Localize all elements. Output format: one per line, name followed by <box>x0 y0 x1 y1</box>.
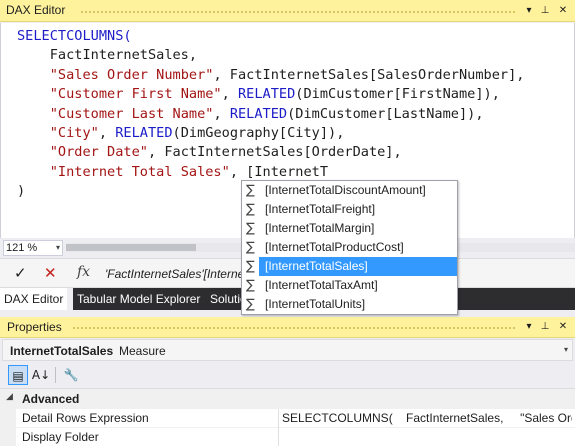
code-text: , <box>98 124 116 141</box>
code-keyword: RELATED <box>238 86 296 103</box>
property-name: Display Folder <box>22 430 99 444</box>
code-string: "City" <box>49 124 99 141</box>
object-selector[interactable]: InternetTotalSales Measure ▾ <box>2 339 573 361</box>
dax-editor-titlebar: DAX Editor ▾ ⊥ ✕ <box>0 0 575 22</box>
sigma-icon: ∑ <box>246 221 255 236</box>
code-keyword: SELECTCOLUMNS( <box>17 28 132 44</box>
object-kind: Measure <box>119 344 166 358</box>
column-divider <box>278 428 279 446</box>
titlebar-grip[interactable] <box>80 10 515 14</box>
sigma-icon: ∑ <box>246 202 255 217</box>
code-keyword: RELATED <box>229 105 288 122</box>
autocomplete-item[interactable]: ∑ [InternetTotalTaxAmt] <box>242 276 457 295</box>
sigma-icon: ∑ <box>246 240 255 255</box>
chevron-down-icon[interactable]: ▾ <box>564 345 568 354</box>
zoom-value: 121 % <box>6 242 38 254</box>
code-text: (DimCustomer[LastName]), <box>287 105 484 122</box>
properties-titlebar: Properties ▾ ⊥ ✕ <box>0 317 575 338</box>
code-line[interactable]: FactInternetSales, <box>17 46 524 65</box>
categorized-icon[interactable]: ▤ <box>8 365 28 385</box>
property-grid: ◢ Advanced Detail Rows Expression SELECT… <box>0 388 575 446</box>
properties-title: Properties <box>7 320 62 334</box>
category-label: Advanced <box>22 392 80 406</box>
autocomplete-item-label: [InternetTotalFreight] <box>265 202 376 216</box>
window-dropdown-icon[interactable]: ▾ <box>522 3 536 18</box>
code-line[interactable]: "Customer First Name", RELATED(DimCustom… <box>17 85 524 104</box>
confirm-icon[interactable]: ✓ <box>14 264 27 282</box>
sigma-icon: ∑ <box>246 183 255 198</box>
toolbar-separator <box>55 367 56 383</box>
pin-icon[interactable]: ⊥ <box>538 3 552 18</box>
autocomplete-item-label: [InternetTotalMargin] <box>265 221 375 235</box>
code-text: (DimGeography[City]), <box>172 124 345 141</box>
alphabetical-sort-icon[interactable]: A↓ <box>31 365 51 385</box>
tab-tabular-model-explorer[interactable]: Tabular Model Explorer <box>73 288 205 310</box>
code-text[interactable]: SELECTCOLUMNS( FactInternetSales, "Sales… <box>17 27 524 202</box>
code-text: , [InternetT <box>229 163 329 180</box>
autocomplete-item-label: [InternetTotalProductCost] <box>265 240 404 254</box>
property-row-detail-rows-expression[interactable]: Detail Rows Expression SELECTCOLUMNS( Fa… <box>0 409 575 428</box>
autocomplete-item[interactable]: ∑ [InternetTotalProductCost] <box>242 238 457 257</box>
object-name: InternetTotalSales <box>10 344 114 358</box>
close-icon[interactable]: ✕ <box>556 319 570 334</box>
cancel-icon[interactable]: ✕ <box>44 264 57 282</box>
fx-icon[interactable]: fx <box>77 264 90 280</box>
autocomplete-item[interactable]: ∑ [InternetTotalFreight] <box>242 200 457 219</box>
tab-dax-editor[interactable]: DAX Editor <box>0 288 68 310</box>
code-text: , FactInternetSales[OrderDate], <box>147 144 402 161</box>
code-text: , <box>221 86 238 103</box>
column-divider <box>278 409 279 428</box>
dax-editor-title: DAX Editor <box>6 3 66 17</box>
code-line[interactable]: "City", RELATED(DimGeography[City]), <box>17 124 524 143</box>
code-line[interactable]: "Sales Order Number", FactInternetSales[… <box>17 66 525 85</box>
code-string: "Internet Total Sales" <box>49 163 230 180</box>
autocomplete-item-label: [InternetTotalSales] <box>265 259 368 273</box>
property-name: Detail Rows Expression <box>22 411 149 425</box>
close-icon[interactable]: ✕ <box>556 3 570 18</box>
code-string: "Order Date" <box>49 144 148 161</box>
code-line[interactable]: "Customer Last Name", RELATED(DimCustome… <box>17 105 524 124</box>
code-string: "Customer Last Name" <box>49 105 214 122</box>
sigma-icon: ∑ <box>242 257 259 276</box>
zoom-select[interactable]: 121 % ▾ <box>3 240 63 256</box>
code-text: ) <box>17 183 26 200</box>
intellisense-popup[interactable]: ∑ [InternetTotalDiscountAmount] ∑ [Internet… <box>241 180 458 315</box>
properties-toolbar: ▤ A↓ 🔧 <box>0 362 575 388</box>
property-value[interactable]: SELECTCOLUMNS( FactInternetSales, "Sales… <box>282 411 572 425</box>
scrollbar-thumb[interactable] <box>66 244 196 251</box>
code-line[interactable]: "Order Date", FactInternetSales[OrderDat… <box>17 143 524 162</box>
window-dropdown-icon[interactable]: ▾ <box>522 319 536 334</box>
property-row-display-folder[interactable]: Display Folder <box>0 428 575 446</box>
autocomplete-item-label: [InternetTotalDiscountAmount] <box>265 183 426 197</box>
autocomplete-item[interactable]: ∑ [InternetTotalMargin] <box>242 219 457 238</box>
category-advanced[interactable]: ◢ Advanced <box>0 389 575 409</box>
property-pages-icon[interactable]: 🔧 <box>61 365 81 385</box>
pin-icon[interactable]: ⊥ <box>538 319 552 334</box>
code-text: (DimCustomer[FirstName]), <box>295 86 500 103</box>
autocomplete-item-label: [InternetTotalUnits] <box>265 297 366 311</box>
code-text: FactInternetSales, <box>17 47 198 64</box>
code-string: "Sales Order Number" <box>49 66 214 83</box>
code-text: , <box>213 105 230 122</box>
titlebar-grip[interactable] <box>72 326 515 330</box>
code-keyword: RELATED <box>115 124 173 141</box>
chevron-down-icon[interactable]: ▾ <box>56 241 60 255</box>
collapse-icon[interactable]: ◢ <box>6 392 13 402</box>
autocomplete-item[interactable]: ∑ [InternetTotalSales] <box>242 257 457 276</box>
autocomplete-item[interactable]: ∑ [InternetTotalUnits] <box>242 295 457 314</box>
code-text: , FactInternetSales[SalesOrderNumber], <box>213 66 525 83</box>
code-line[interactable]: SELECTCOLUMNS( <box>17 27 524 46</box>
sigma-icon: ∑ <box>246 297 255 312</box>
code-string: "Customer First Name" <box>49 86 222 103</box>
autocomplete-item-label: [InternetTotalTaxAmt] <box>265 278 378 292</box>
autocomplete-item[interactable]: ∑ [InternetTotalDiscountAmount] <box>242 181 457 200</box>
sigma-icon: ∑ <box>246 278 255 293</box>
